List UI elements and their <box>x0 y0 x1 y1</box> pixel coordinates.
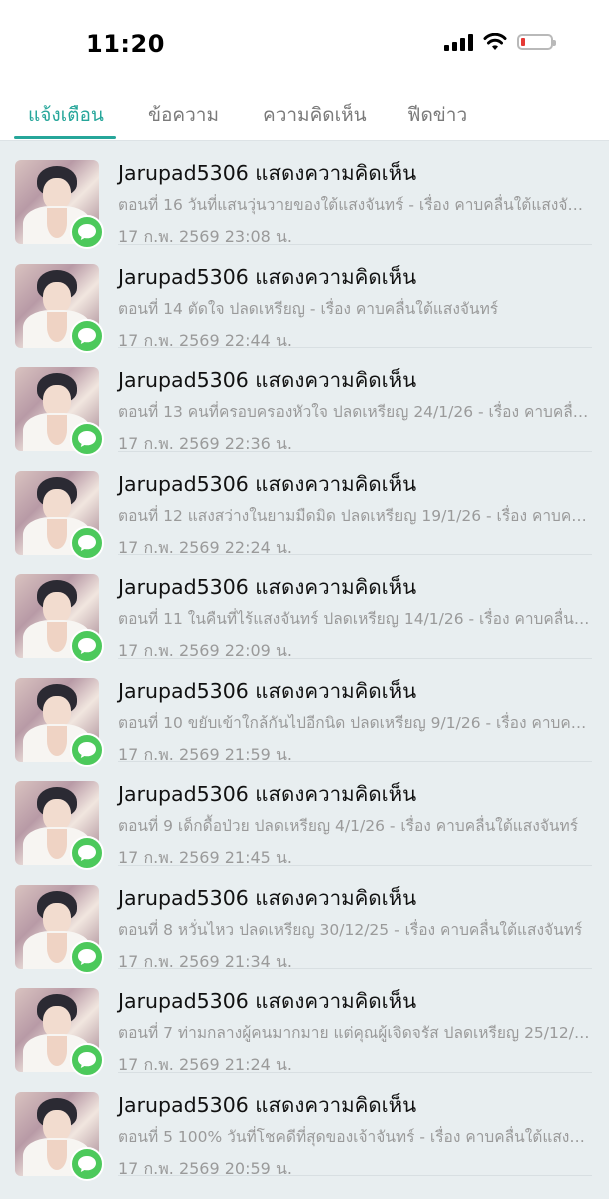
notification-description: ตอนที่ 9 เด็กดื้อป่วย ปลดเหรียญ 4/1/26 -… <box>118 817 579 835</box>
tab-news-feed[interactable]: ฟีดข่าว <box>407 100 467 130</box>
notification-title: Jarupad5306 แสดงความคิดเห็น <box>118 782 417 806</box>
notification-title: Jarupad5306 แสดงความคิดเห็น <box>118 575 417 599</box>
notification-description: ตอนที่ 11 ในคืนที่ไร้แสงจันทร์ ปลดเหรียญ… <box>118 610 590 628</box>
notification-item[interactable]: Jarupad5306 แสดงความคิดเห็นตอนที่ 13 คนท… <box>0 348 609 456</box>
status-time: 11:20 <box>86 30 165 58</box>
tab-comments[interactable]: ความคิดเห็น <box>263 100 367 130</box>
tab-notifications[interactable]: แจ้งเตือน <box>28 100 104 130</box>
notification-description: ตอนที่ 16 วันที่แสนวุ่นวายของใต้แสงจันทร… <box>118 196 590 214</box>
notification-title: Jarupad5306 แสดงความคิดเห็น <box>118 368 417 392</box>
notification-item[interactable]: Jarupad5306 แสดงความคิดเห็นตอนที่ 5 100%… <box>0 1073 609 1181</box>
notification-description: ตอนที่ 5 100% วันที่โชคดีที่สุดของเจ้าจั… <box>118 1127 590 1146</box>
notification-title: Jarupad5306 แสดงความคิดเห็น <box>118 264 417 289</box>
notification-title: Jarupad5306 แสดงความคิดเห็น <box>118 471 417 496</box>
notification-description: ตอนที่ 8 หวั่นไหว ปลดเหรียญ 30/12/25 - เ… <box>118 920 583 939</box>
wifi-icon <box>483 33 507 50</box>
notification-title: Jarupad5306 แสดงความคิดเห็น <box>118 885 417 910</box>
cellular-signal-icon <box>444 33 473 51</box>
status-icons <box>444 33 556 51</box>
notification-description: ตอนที่ 10 ขยับเข้าใกล้กันไปอีกนิด ปลดเหร… <box>118 713 590 732</box>
notification-title: Jarupad5306 แสดงความคิดเห็น <box>118 161 417 185</box>
status-bar: 11:20 <box>0 0 609 88</box>
notification-item[interactable]: Jarupad5306 แสดงความคิดเห็นตอนที่ 9 เด็ก… <box>0 762 609 870</box>
notification-item[interactable]: Jarupad5306 แสดงความคิดเห็นตอนที่ 12 แสง… <box>0 452 609 560</box>
notification-description: ตอนที่ 13 คนที่ครอบครองหัวใจ ปลดเหรียญ 2… <box>118 403 590 421</box>
notification-title: Jarupad5306 แสดงความคิดเห็น <box>118 989 417 1013</box>
notification-description: ตอนที่ 12 แสงสว่างในยามมืดมิด ปลดเหรียญ … <box>118 506 590 525</box>
notification-item[interactable]: Jarupad5306 แสดงความคิดเห็นตอนที่ 14 ตัด… <box>0 245 609 353</box>
notification-list: Jarupad5306 แสดงความคิดเห็นตอนที่ 16 วัน… <box>0 141 609 1181</box>
notification-item[interactable]: Jarupad5306 แสดงความคิดเห็นตอนที่ 8 หวั่… <box>0 866 609 974</box>
notification-description: ตอนที่ 7 ท่ามกลางผู้คนมากมาย แต่คุณผู้เจ… <box>118 1024 590 1042</box>
tab-messages[interactable]: ข้อความ <box>148 100 219 130</box>
notification-item[interactable]: Jarupad5306 แสดงความคิดเห็นตอนที่ 7 ท่าม… <box>0 969 609 1077</box>
active-tab-indicator <box>14 136 116 139</box>
notification-item[interactable]: Jarupad5306 แสดงความคิดเห็นตอนที่ 11 ในค… <box>0 555 609 663</box>
notification-item[interactable]: Jarupad5306 แสดงความคิดเห็นตอนที่ 10 ขยั… <box>0 659 609 767</box>
notification-title: Jarupad5306 แสดงความคิดเห็น <box>118 1092 417 1117</box>
notification-title: Jarupad5306 แสดงความคิดเห็น <box>118 678 417 703</box>
battery-icon <box>517 34 556 50</box>
notification-item[interactable]: Jarupad5306 แสดงความคิดเห็นตอนที่ 16 วัน… <box>0 141 609 249</box>
tab-bar: แจ้งเตือน ข้อความ ความคิดเห็น ฟีดข่าว <box>0 88 609 141</box>
notification-description: ตอนที่ 14 ตัดใจ ปลดเหรียญ - เรื่อง คาบคล… <box>118 299 499 318</box>
notification-timestamp: 17 ก.พ. 2569 20:59 น. <box>118 1158 292 1178</box>
comment-bubble-icon <box>70 1146 104 1181</box>
